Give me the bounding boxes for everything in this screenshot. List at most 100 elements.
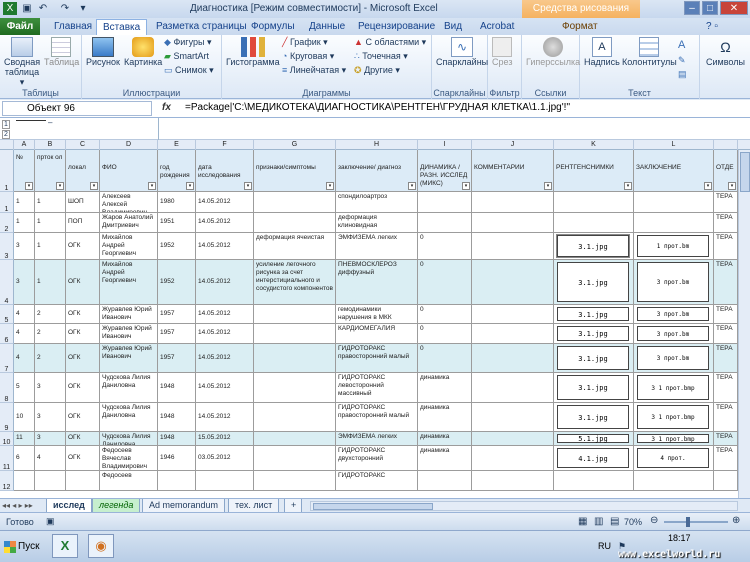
table-cell[interactable]: 03.05.2012 xyxy=(196,446,254,471)
table-cell[interactable]: 0 xyxy=(418,305,472,324)
header-cell[interactable]: ОТДЕ ▾ xyxy=(714,150,738,192)
other-charts-button[interactable]: ✪ Другие ▾ xyxy=(354,65,400,76)
macro-record-icon[interactable]: ▣ xyxy=(46,516,55,527)
table-cell[interactable]: 14.05.2012 xyxy=(196,213,254,233)
table-cell[interactable]: Чудскова Лилия Даниловна xyxy=(100,403,158,432)
h-scroll-thumb[interactable] xyxy=(313,503,433,510)
table-cell[interactable] xyxy=(158,471,196,491)
header-cell[interactable]: КОММЕНТАРИИ ▾ xyxy=(472,150,554,192)
filter-dropdown-icon[interactable]: ▾ xyxy=(186,182,194,190)
table-cell[interactable] xyxy=(554,471,634,491)
table-cell[interactable]: спондилоартроз xyxy=(336,192,418,213)
table-cell[interactable] xyxy=(254,403,336,432)
table-cell[interactable]: ТЕРА xyxy=(714,373,738,403)
table-cell[interactable] xyxy=(35,471,66,491)
collapse-icon[interactable]: – xyxy=(48,118,52,127)
table-cell[interactable]: 14.05.2012 xyxy=(196,260,254,305)
table-cell[interactable]: 1 xyxy=(14,213,35,233)
table-cell[interactable]: 0 xyxy=(418,324,472,344)
table-cell[interactable] xyxy=(472,344,554,373)
table-cell[interactable]: 3 xyxy=(14,260,35,305)
first-sheet-icon[interactable]: ◂◂ ◂ ▸ ▸▸ xyxy=(2,501,33,510)
table-cell[interactable]: ОГК xyxy=(66,305,100,324)
table-cell[interactable]: ТЕРА xyxy=(714,446,738,471)
table-cell[interactable] xyxy=(472,260,554,305)
col-header[interactable]: B xyxy=(35,140,66,150)
table-cell[interactable]: усиление легочного рисунка за счет интер… xyxy=(254,260,336,305)
table-cell[interactable]: 11 xyxy=(14,432,35,446)
table-cell[interactable]: 1 xyxy=(14,192,35,213)
filter-dropdown-icon[interactable]: ▾ xyxy=(408,182,416,190)
table-cell[interactable]: 1957 xyxy=(158,344,196,373)
row-header[interactable]: 1 xyxy=(0,192,14,213)
table-cell[interactable] xyxy=(254,192,336,213)
bar-button[interactable]: ≡ Линейчатая ▾ xyxy=(282,65,346,76)
table-cell[interactable]: динамика xyxy=(418,373,472,403)
table-cell[interactable]: ПОП xyxy=(66,213,100,233)
select-all[interactable] xyxy=(0,140,14,150)
scroll-thumb[interactable] xyxy=(740,152,750,192)
table-cell[interactable] xyxy=(554,213,634,233)
tab-data[interactable]: Данные xyxy=(303,19,351,35)
table-cell[interactable] xyxy=(472,192,554,213)
filter-dropdown-icon[interactable]: ▾ xyxy=(25,182,33,190)
xray-image-object[interactable]: 3.1.jpg xyxy=(557,262,629,302)
header-cell[interactable]: ЗАКЛЮЧЕНИЕ ▾ xyxy=(634,150,714,192)
table-cell[interactable]: 3.1.jpg xyxy=(554,324,634,344)
table-cell[interactable]: 3 xyxy=(35,373,66,403)
table-cell[interactable]: ГИДРОТОРАКС левосторонний массивный xyxy=(336,373,418,403)
table-cell[interactable]: ОГК xyxy=(66,233,100,260)
table-cell[interactable]: ТЕРА xyxy=(714,344,738,373)
col-header[interactable]: L xyxy=(634,140,714,150)
table-cell[interactable] xyxy=(634,471,714,491)
table-cell[interactable]: 1957 xyxy=(158,324,196,344)
table-cell[interactable]: 2 xyxy=(35,344,66,373)
table-cell[interactable] xyxy=(14,471,35,491)
xray-image-object[interactable]: 3.1.jpg xyxy=(557,405,629,429)
table-cell[interactable]: 3 1 прот.bmp xyxy=(634,373,714,403)
table-cell[interactable] xyxy=(472,213,554,233)
table-cell[interactable]: ТЕРА xyxy=(714,403,738,432)
table-cell[interactable]: 2 xyxy=(35,305,66,324)
table-cell[interactable] xyxy=(472,432,554,446)
row-header[interactable]: 2 xyxy=(0,213,14,233)
pivot-table-button[interactable]: Сводная таблица ▾ xyxy=(4,37,40,87)
table-cell[interactable]: 3 прот.bm xyxy=(634,344,714,373)
pie-button[interactable]: ◔ Круговая ▾ xyxy=(282,51,334,62)
header-cell[interactable]: РЕНТГЕНСНИМКИ ▾ xyxy=(554,150,634,192)
table-cell[interactable]: 3.1.jpg xyxy=(554,305,634,324)
table-cell[interactable]: 4 xyxy=(14,305,35,324)
redo-icon[interactable]: ↷ xyxy=(58,2,72,15)
save-icon[interactable]: ▣ xyxy=(20,2,34,15)
table-cell[interactable]: 1948 xyxy=(158,373,196,403)
maximize-button[interactable]: □ xyxy=(702,1,718,15)
customize-qat-icon[interactable]: ▾ xyxy=(76,2,90,15)
table-cell[interactable]: 1951 xyxy=(158,213,196,233)
table-cell[interactable]: КАРДИОМЕГАЛИЯ xyxy=(336,324,418,344)
header-cell[interactable]: прток ол ▾ xyxy=(35,150,66,192)
table-cell[interactable] xyxy=(472,324,554,344)
report-image-object[interactable]: 1 прот.bm xyxy=(637,235,709,257)
table-cell[interactable] xyxy=(714,471,738,491)
table-cell[interactable]: 1952 xyxy=(158,260,196,305)
report-image-object[interactable]: 3 прот.bm xyxy=(637,262,709,302)
row-header[interactable]: 5 xyxy=(0,305,14,324)
header-footer-button[interactable]: Колонтитулы xyxy=(622,37,677,67)
row-header[interactable]: 11 xyxy=(0,446,14,471)
minimize-button[interactable]: – xyxy=(684,1,700,15)
table-cell[interactable]: ТЕРА xyxy=(714,260,738,305)
table-cell[interactable]: 3.1.jpg xyxy=(554,344,634,373)
col-header[interactable]: J xyxy=(472,140,554,150)
table-cell[interactable]: динамика xyxy=(418,446,472,471)
table-cell[interactable]: ОГК xyxy=(66,344,100,373)
table-cell[interactable] xyxy=(634,192,714,213)
table-cell[interactable] xyxy=(254,471,336,491)
page-break-view-icon[interactable]: ▤ xyxy=(610,516,619,527)
wordart-icon[interactable]: A xyxy=(678,39,685,51)
row-header[interactable]: 1 xyxy=(0,150,14,192)
xray-image-object[interactable]: 3.1.jpg xyxy=(556,234,630,258)
filter-dropdown-icon[interactable]: ▾ xyxy=(244,182,252,190)
name-box[interactable]: Объект 96 xyxy=(2,101,152,116)
table-cell[interactable]: ЭМФИЗЕМА легких xyxy=(336,233,418,260)
table-cell[interactable]: 14.05.2012 xyxy=(196,403,254,432)
